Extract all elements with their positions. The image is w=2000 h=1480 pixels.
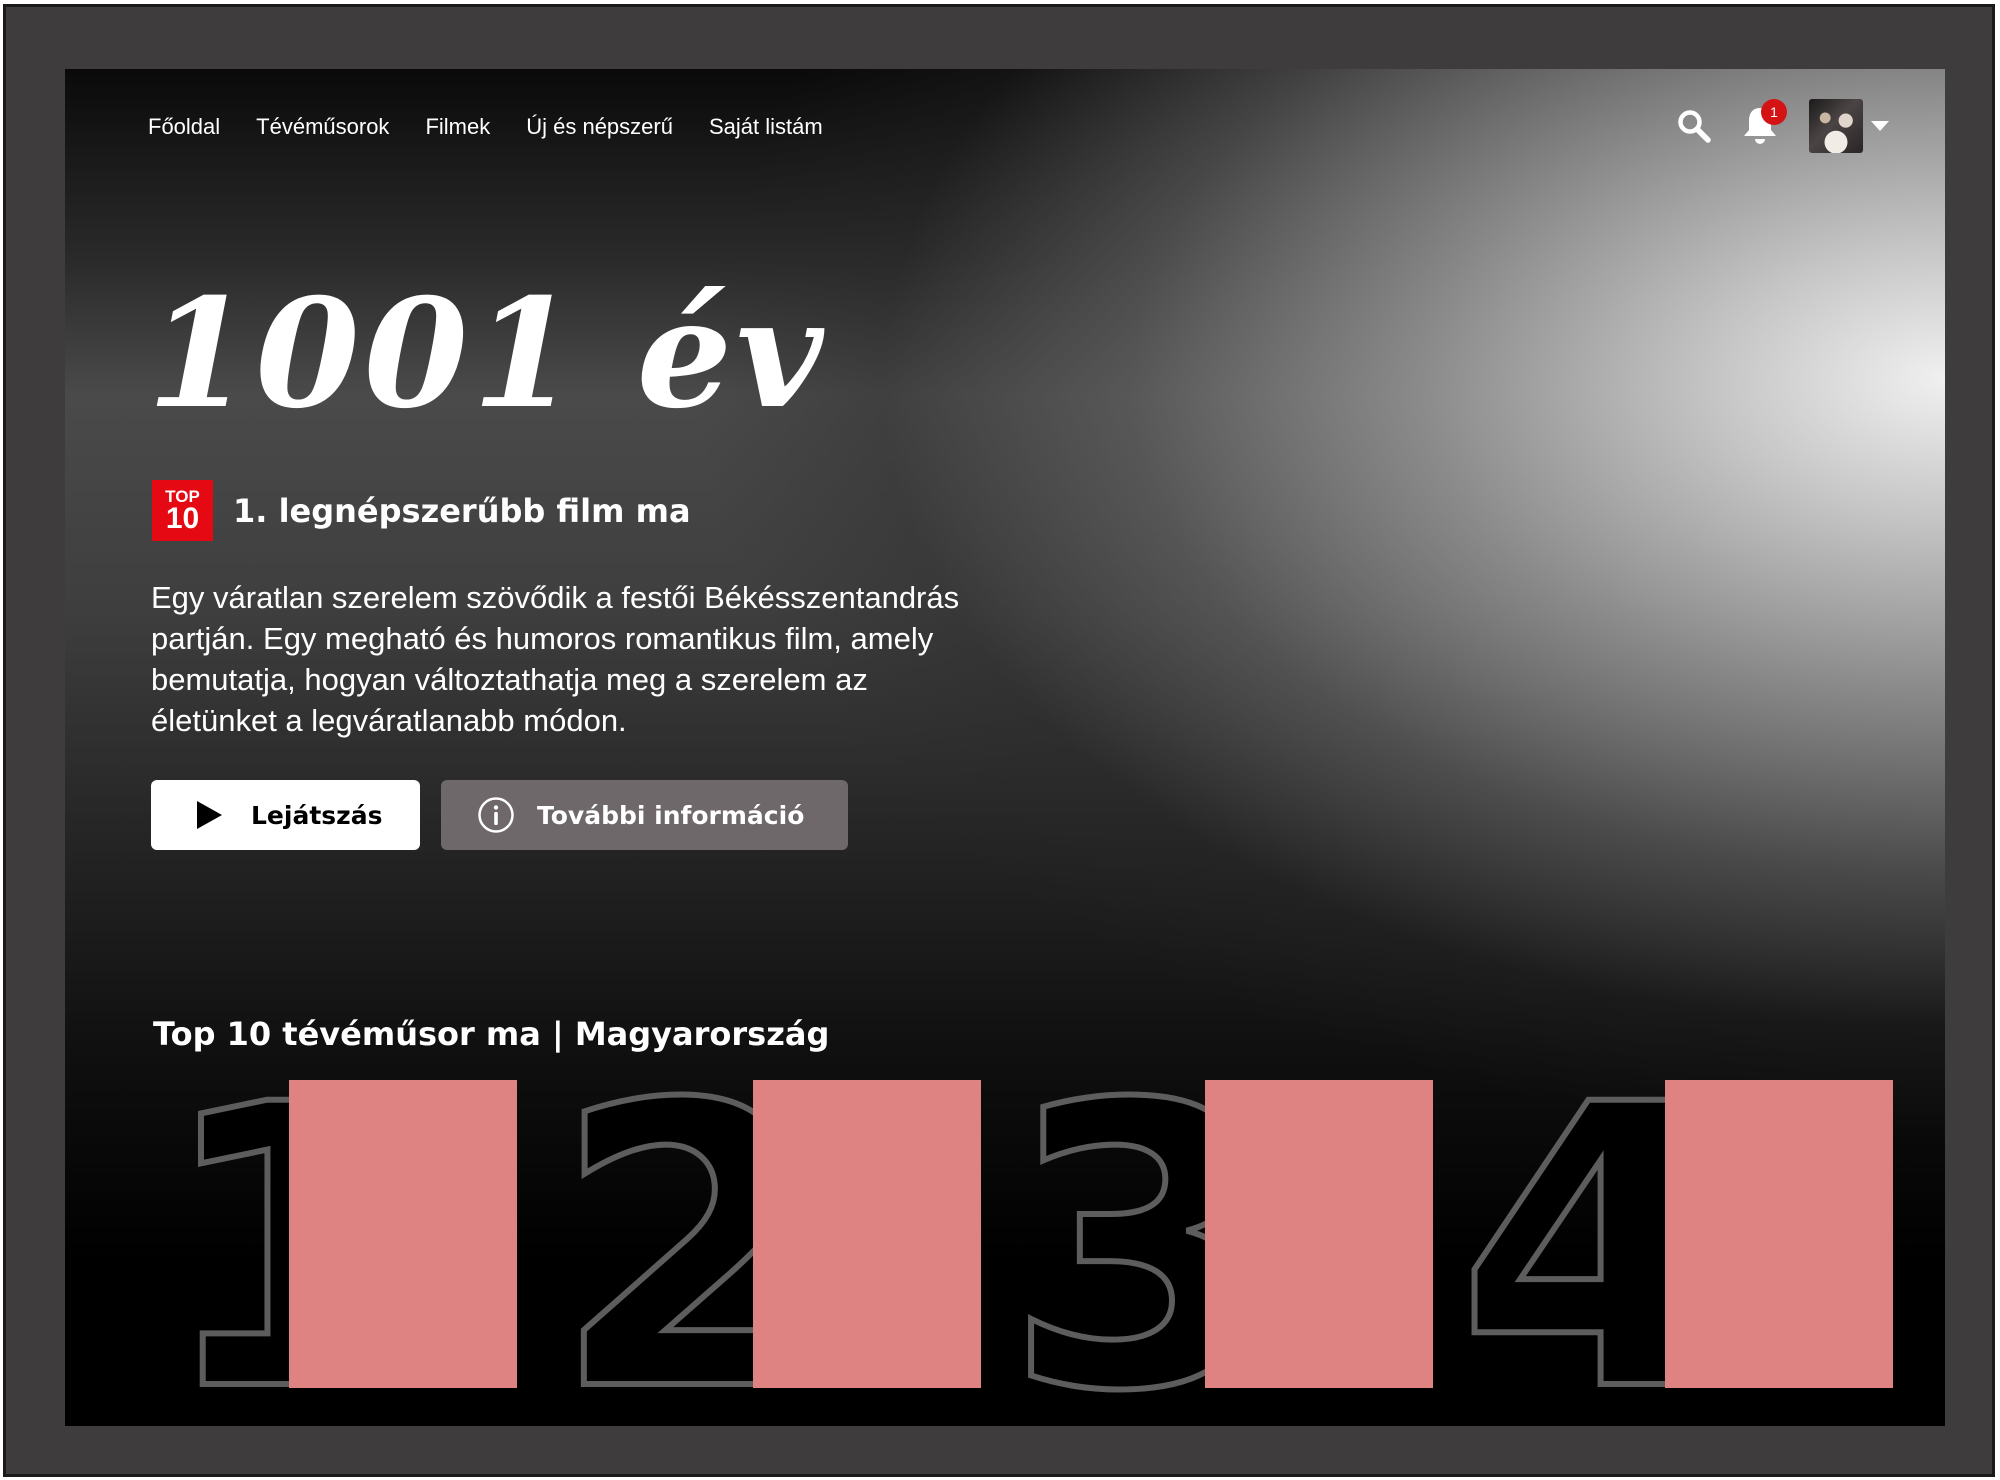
poster-4[interactable] bbox=[1665, 1080, 1893, 1388]
top10-row: 1 2 3 4 bbox=[65, 69, 1945, 1426]
app-screen: Főoldal Tévéműsorok Filmek Új és népszer… bbox=[65, 69, 1945, 1426]
poster-1[interactable] bbox=[289, 1080, 517, 1388]
poster-2[interactable] bbox=[753, 1080, 981, 1388]
poster-3[interactable] bbox=[1205, 1080, 1433, 1388]
device-frame: Főoldal Tévéműsorok Filmek Új és népszer… bbox=[3, 4, 1995, 1477]
